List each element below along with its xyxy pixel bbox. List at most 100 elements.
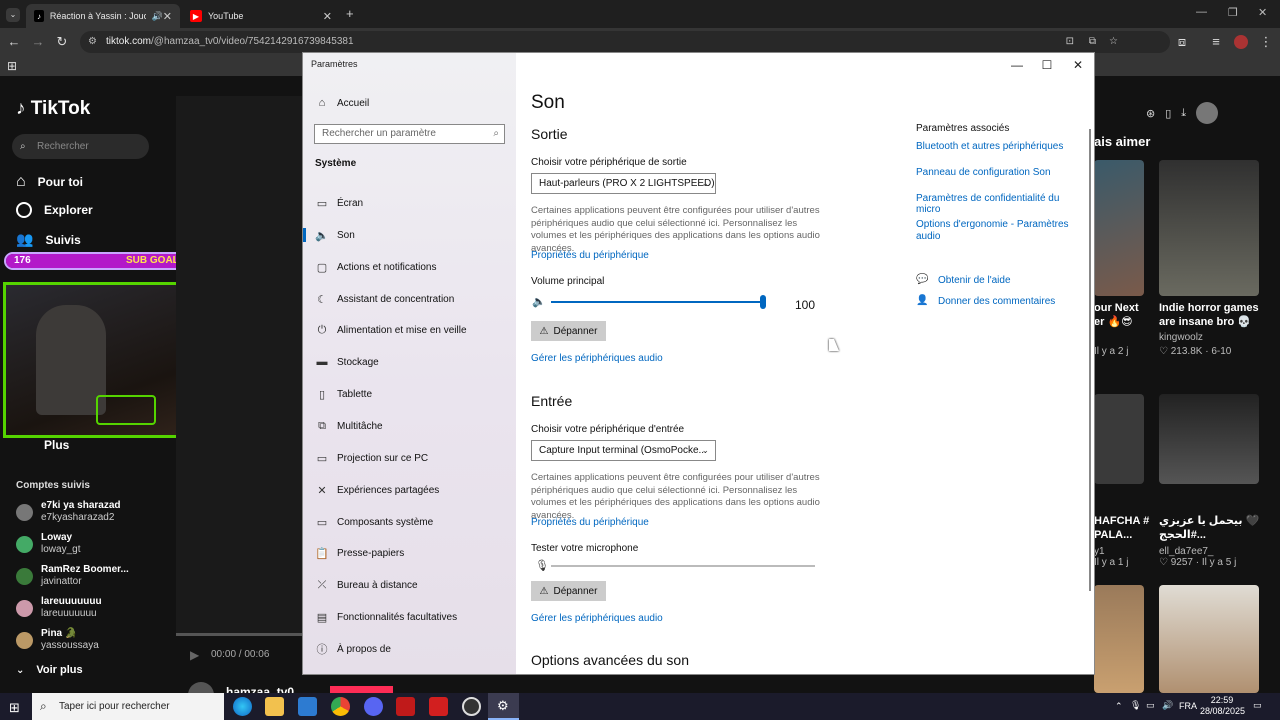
nav-explore[interactable]: Explorer [16, 202, 93, 218]
sidebar-item-projection[interactable]: ▭ Projection sur ce PC [315, 448, 515, 468]
play-icon[interactable]: ▶ [190, 648, 199, 662]
video-thumbnail[interactable] [1094, 160, 1144, 296]
reload-icon[interactable]: ↻ [54, 34, 70, 50]
close-icon[interactable]: ✕ [1258, 6, 1267, 19]
nav-following[interactable]: 👥 Suivis [16, 231, 81, 248]
discord-icon[interactable] [364, 697, 383, 716]
settings-search-input[interactable]: Rechercher un paramètre ⌕ [314, 124, 505, 144]
new-tab-icon[interactable]: + [346, 6, 354, 21]
mic-tray-icon[interactable]: 🎙 [1130, 700, 1141, 711]
sidebar-item-components[interactable]: ▭ Composants système [315, 512, 515, 532]
following-item[interactable]: Loway loway_gt [16, 532, 166, 560]
output-properties-link[interactable]: Propriétés du périphérique [531, 250, 649, 261]
input-device-select[interactable]: Capture Input terminal (OsmoPocke... ⌄ [531, 440, 716, 461]
tab-audio-icon[interactable]: 🔊 [152, 11, 163, 22]
following-item[interactable]: RamRez Boomer... javinattor [16, 564, 166, 592]
window-minimize-button[interactable]: — [1002, 55, 1032, 75]
sidebar-item-multitask[interactable]: ⧉ Multitâche [315, 416, 515, 436]
nav-more[interactable]: Plus [16, 438, 69, 452]
profile-avatar-icon[interactable] [1234, 35, 1248, 49]
install-app-icon[interactable]: ⊡ [1066, 31, 1074, 53]
forward-icon[interactable]: → [30, 34, 46, 50]
volume-tray-icon[interactable]: 🔊 [1162, 700, 1173, 711]
windows-start-icon[interactable]: ⊞ [9, 700, 20, 716]
gaming-app-icon[interactable] [429, 697, 448, 716]
related-link-ergonomics[interactable]: Options d'ergonomie - Paramètres audio [916, 219, 1076, 243]
address-bar[interactable]: ⚙ tiktok.com/@hamzaa_tv0/video/754214291… [80, 31, 1170, 53]
input-properties-link[interactable]: Propriétés du périphérique [531, 517, 649, 528]
sidebar-item-sound[interactable]: 🔈 Son [303, 225, 515, 245]
card-author[interactable]: y1 [1094, 546, 1128, 557]
related-link-mic-privacy[interactable]: Paramètres de confidentialité du micro [916, 193, 1086, 215]
sidebar-item-features[interactable]: ▤ Fonctionnalités facultatives [315, 607, 515, 627]
sidebar-item-home[interactable]: ⌂ Accueil [315, 93, 515, 113]
feedback-link[interactable]: Donner des commentaires [938, 296, 1055, 307]
bookmark-star-icon[interactable]: ☆ [1109, 31, 1118, 53]
input-manage-link[interactable]: Gérer les périphériques audio [531, 613, 663, 624]
store-icon[interactable] [298, 697, 317, 716]
menu-dots-icon[interactable]: ⋮ [1258, 34, 1274, 50]
slider-thumb[interactable] [760, 295, 766, 309]
input-troubleshoot-button[interactable]: ⚠ Dépanner [531, 581, 606, 601]
obs-icon[interactable] [462, 697, 481, 716]
video-thumbnail[interactable] [1159, 160, 1259, 296]
card-caption[interactable]: our Next er 🔥😎 [1094, 301, 1139, 329]
phone-icon[interactable]: ▯ [1165, 107, 1171, 120]
related-link-bluetooth[interactable]: Bluetooth et autres périphériques [916, 141, 1081, 152]
card-caption[interactable]: HAFCHA # PALA... [1094, 514, 1149, 542]
taskbar-search-input[interactable]: ⌕ Taper ici pour rechercher [32, 693, 224, 720]
translate-icon[interactable]: ⧉ [1089, 31, 1096, 53]
output-manage-link[interactable]: Gérer les périphériques audio [531, 353, 663, 364]
site-info-icon[interactable]: ⚙ [88, 31, 97, 53]
card-caption[interactable]: بيحمل يا عزيزي 🖤 الحجج#... [1159, 514, 1259, 542]
get-help-link[interactable]: Obtenir de l'aide [938, 275, 1011, 286]
window-close-button[interactable]: ✕ [1063, 55, 1093, 75]
card-author[interactable]: ell_da7ee7_ [1159, 546, 1236, 557]
sidebar-item-power[interactable]: ⏻ Alimentation et mise en veille [315, 320, 515, 340]
card-caption[interactable]: Indie horror games are insane bro 💀 [1159, 301, 1259, 329]
file-explorer-icon[interactable] [265, 697, 284, 716]
tab-youtube[interactable]: ▶ YouTube ✕ [182, 4, 340, 28]
nav-for-you[interactable]: ⌂ Pour toi [16, 173, 83, 191]
tiktok-logo[interactable]: ♪ TikTok [16, 98, 90, 120]
sidebar-item-tablet[interactable]: ▯ Tablette [315, 384, 515, 404]
network-icon[interactable]: ▭ [1146, 700, 1155, 711]
extensions-icon[interactable]: ⧈ [1174, 34, 1190, 50]
notification-center-icon[interactable]: ▭ [1253, 700, 1262, 711]
tiktok-search-input[interactable]: ⌕ Rechercher [12, 134, 149, 159]
language-indicator[interactable]: FRA [1179, 701, 1197, 711]
chrome-icon[interactable] [331, 697, 350, 716]
video-thumbnail[interactable] [1094, 585, 1144, 693]
tab-tiktok[interactable]: ♪ Réaction à Yassin : Jouons a 🔊 ✕ [26, 4, 180, 28]
sidebar-item-storage[interactable]: ▬ Stockage [315, 352, 515, 372]
tab-close-icon[interactable]: ✕ [323, 10, 332, 23]
sidebar-item-remote[interactable]: ⤫ Bureau à distance [315, 575, 515, 595]
edge-icon[interactable] [233, 697, 252, 716]
restore-icon[interactable]: ❐ [1228, 6, 1238, 19]
sidebar-item-display[interactable]: ▭ Écran [315, 193, 515, 213]
card-author[interactable]: kingwoolz [1159, 332, 1203, 343]
settings-icon[interactable]: ⊛ [1146, 107, 1155, 120]
sidebar-item-focus[interactable]: ☾ Assistant de concentration [315, 289, 515, 309]
speaker-volume-icon[interactable]: 🔈 [532, 295, 546, 308]
sidebar-item-about[interactable]: ⓘ À propos de [315, 639, 515, 659]
sidebar-item-notifications[interactable]: ▢ Actions et notifications [315, 257, 515, 277]
video-progress[interactable] [176, 633, 302, 636]
output-troubleshoot-button[interactable]: ⚠ Dépanner [531, 321, 606, 341]
see-more-link[interactable]: ⌄ Voir plus [16, 664, 83, 676]
following-item[interactable]: Pina 🐊 yassoussaya [16, 628, 166, 656]
sidebar-item-clipboard[interactable]: 📋 Presse-papiers [315, 543, 515, 563]
related-link-control-panel[interactable]: Panneau de configuration Son [916, 167, 1081, 178]
settings-taskbar-button[interactable]: ⚙ [488, 693, 519, 720]
video-thumbnail[interactable] [1094, 394, 1144, 484]
back-icon[interactable]: ← [6, 34, 22, 50]
user-avatar[interactable] [1196, 102, 1219, 124]
reading-list-icon[interactable]: ≡ [1208, 34, 1224, 50]
download-icon[interactable]: ⤓ [1181, 107, 1186, 120]
clock[interactable]: 22:59 28/08/2025 [1200, 695, 1245, 717]
window-maximize-button[interactable]: ☐ [1032, 55, 1062, 75]
video-thumbnail[interactable] [1159, 585, 1259, 693]
output-device-select[interactable]: Haut-parleurs (PRO X 2 LIGHTSPEED) ⌄ [531, 173, 716, 194]
minimize-icon[interactable]: — [1196, 6, 1207, 18]
following-item[interactable]: e7ki ya sharazad e7kyasharazad2 [16, 500, 166, 528]
